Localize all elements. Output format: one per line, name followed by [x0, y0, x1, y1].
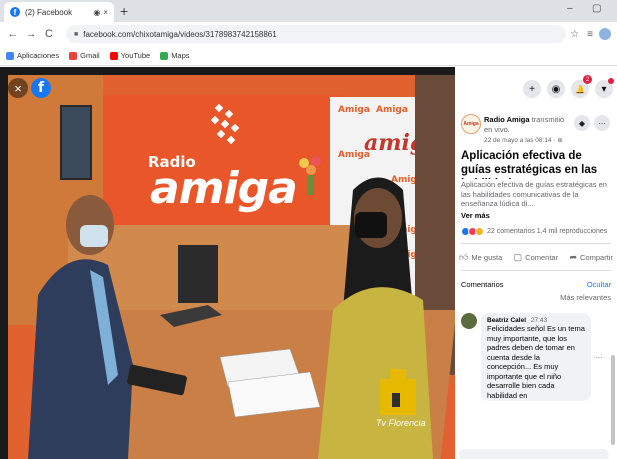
like-button[interactable]: 👍︎ Me gusta: [459, 252, 502, 263]
lock-icon: ■: [74, 30, 79, 38]
man-guest: [28, 195, 133, 459]
woman-host: [318, 177, 433, 459]
post-actions: 👍︎ Me gusta ▢ Comentar ➦ Compartir: [455, 247, 617, 267]
studio-logo-amiga: amiga: [150, 163, 298, 214]
avatar[interactable]: [461, 313, 477, 329]
see-more-link[interactable]: Ver más: [455, 211, 617, 222]
tv-watermark: Tv Florencia: [376, 418, 426, 428]
divider: [461, 243, 611, 244]
comment-bubble: Beatriz Calel 27:43 Felicidades señol Es…: [481, 313, 591, 401]
documents: [220, 348, 320, 417]
bookmark-maps[interactable]: Maps: [160, 51, 190, 60]
notifications-icon[interactable]: 🔔 2: [571, 75, 592, 98]
laptop: [160, 245, 222, 327]
reading-list-icon[interactable]: ≡: [587, 29, 593, 40]
comment-sort-dropdown[interactable]: Más relevantes: [455, 293, 617, 309]
more-options-icon[interactable]: ···: [594, 115, 610, 131]
new-tab-button[interactable]: +: [120, 3, 128, 19]
maps-icon: [160, 51, 169, 60]
post-title: Aplicación efectiva de guías estratégica…: [461, 150, 598, 179]
facebook-logo-icon[interactable]: f: [31, 78, 51, 98]
share-button[interactable]: ➦ Compartir: [570, 252, 613, 263]
post-header: Amiga Radio Amiga transmitió en vivo. 22…: [455, 111, 617, 149]
radio-amiga-logo-icon: [210, 103, 240, 145]
bookmark-gmail[interactable]: Gmail: [69, 51, 100, 60]
tab-audio-icon[interactable]: ◉: [93, 8, 100, 17]
browser-window: f (2) Facebook ◉ × + – ▢ ← → C ■ faceboo…: [0, 0, 617, 459]
post-description: Aplicación efectiva de guías estratégica…: [461, 180, 607, 208]
profile-avatar[interactable]: [599, 28, 611, 40]
forward-icon[interactable]: →: [24, 28, 38, 40]
notification-badge: 2: [583, 75, 592, 84]
close-icon[interactable]: ×: [8, 78, 28, 98]
bookmark-label: Maps: [171, 51, 190, 60]
post-stats: 22 comentarios 1,4 mil reproducciones: [455, 222, 617, 240]
tab-close-icon[interactable]: ×: [103, 8, 108, 17]
comments-header: Comentarios Ocultar: [455, 275, 617, 293]
post-author: Radio Amiga transmitió en vivo.: [484, 115, 569, 135]
video-frame: Radio amiga Amiga Amiga Amiga Amiga Amig…: [8, 75, 455, 459]
bookmark-star-icon[interactable]: ☆: [570, 29, 579, 40]
back-icon[interactable]: ←: [6, 28, 20, 40]
reload-icon[interactable]: C: [42, 28, 56, 40]
facebook-favicon-icon: f: [10, 7, 20, 17]
minimize-icon[interactable]: –: [567, 3, 573, 14]
comment-author[interactable]: Beatriz Calel: [487, 317, 526, 324]
page-name-link[interactable]: Radio Amiga: [484, 115, 530, 124]
comments-label: Comentarios: [461, 279, 504, 289]
address-bar[interactable]: ■ facebook.com/chixotamiga/videos/317898…: [66, 25, 567, 43]
bookmark-label: Gmail: [80, 51, 100, 60]
comment-time[interactable]: 27:43: [531, 317, 547, 324]
bookmarks-bar: Aplicaciones Gmail YouTube Maps: [0, 46, 617, 66]
post-timestamp[interactable]: 22 de mayo a las 08:14 · ⊕: [484, 136, 563, 144]
create-button[interactable]: +: [523, 80, 541, 98]
save-icon[interactable]: ◆: [574, 115, 590, 131]
url-text: facebook.com/chixotamiga/videos/31789837…: [83, 29, 277, 39]
tv-florencia-logo-icon: [380, 369, 416, 415]
haha-reaction-icon: [475, 226, 484, 236]
share-arrow-icon: ➦: [569, 251, 578, 262]
comment-button[interactable]: ▢ Comentar: [514, 252, 558, 263]
comment-bubble-icon: ▢: [513, 251, 523, 262]
browser-toolbar: ← → C ■ facebook.com/chixotamiga/videos/…: [0, 22, 617, 46]
bookmark-youtube[interactable]: YouTube: [109, 51, 151, 60]
stats-text[interactable]: 22 comentarios 1,4 mil reproducciones: [487, 228, 607, 235]
thumbs-up-icon: 👍︎: [459, 251, 469, 262]
page-avatar[interactable]: Amiga: [461, 114, 481, 134]
video-player[interactable]: Radio amiga Amiga Amiga Amiga Amiga Amig…: [0, 67, 455, 459]
comment-more-icon[interactable]: ···: [595, 353, 603, 362]
divider: [461, 270, 611, 271]
account-menu-icon[interactable]: ▾: [595, 78, 614, 98]
panel-scrollbar[interactable]: [611, 355, 615, 445]
maximize-icon[interactable]: ▢: [592, 3, 601, 14]
comment-text: Felicidades señol Es un tema muy importa…: [487, 324, 585, 400]
write-comment-input[interactable]: [459, 449, 609, 459]
facebook-top-actions: + ◉ 🔔 2 ▾: [455, 67, 617, 111]
post-sidebar: + ◉ 🔔 2 ▾ Amiga Radio Amiga transmitió e…: [455, 67, 617, 459]
hide-comments-link[interactable]: Ocultar: [587, 280, 611, 289]
wall-picture: [60, 105, 92, 180]
gmail-icon: [69, 51, 78, 60]
tab-facebook[interactable]: f (2) Facebook ◉ ×: [4, 2, 114, 22]
bookmark-label: Aplicaciones: [17, 51, 60, 60]
bookmark-apps[interactable]: Aplicaciones: [6, 51, 59, 60]
tab-title: (2) Facebook: [25, 7, 73, 17]
tab-bar: f (2) Facebook ◉ × + – ▢: [0, 0, 617, 22]
bookmark-label: YouTube: [120, 51, 151, 60]
youtube-icon: [109, 51, 118, 60]
apps-grid-icon: [6, 51, 14, 60]
messenger-icon[interactable]: ◉: [547, 80, 565, 98]
